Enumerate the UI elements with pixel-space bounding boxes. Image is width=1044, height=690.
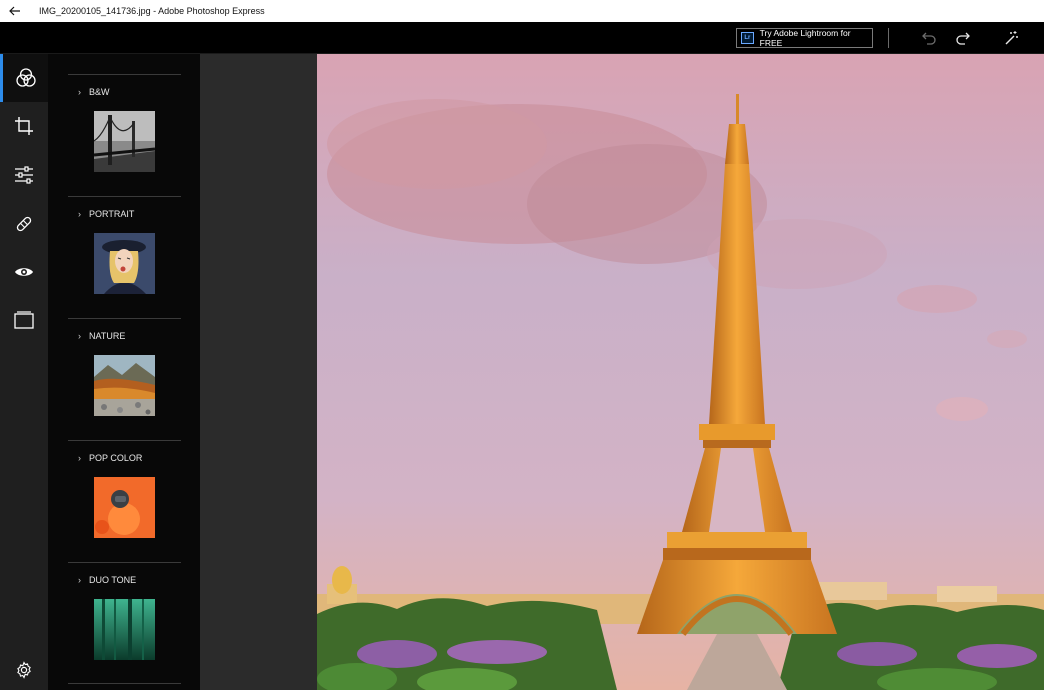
settings-button[interactable] (0, 646, 48, 690)
arrow-left-icon (9, 6, 20, 16)
section-label: B&W (89, 87, 110, 97)
settings-icon (17, 661, 31, 679)
rail-borders[interactable] (0, 296, 48, 344)
try-lightroom-label: Try Adobe Lightroom for FREE (759, 28, 851, 48)
section-header[interactable]: › B&W (78, 87, 110, 97)
duo-tone-thumbnail (94, 599, 155, 660)
title-bar: IMG_20200105_141736.jpg - Adobe Photosho… (0, 0, 1044, 22)
section-label: NATURE (89, 331, 126, 341)
looks-icon (15, 68, 36, 87)
section-header[interactable]: › DUO TONE (78, 575, 136, 585)
looks-panel: › B&W › PORTRAIT › NATURE › POP COLOR › … (48, 54, 200, 690)
section-header[interactable]: › PORTRAIT (78, 209, 134, 219)
section-divider (68, 683, 181, 684)
undo-icon (922, 32, 936, 45)
nature-thumbnail (94, 355, 155, 416)
try-lightroom-button[interactable]: Lr Try Adobe Lightroom for FREE (736, 28, 873, 48)
pop-color-thumbnail (94, 477, 155, 538)
rail-healing[interactable] (0, 200, 48, 248)
section-label: DUO TONE (89, 575, 137, 585)
rail-adjustments[interactable] (0, 151, 48, 199)
rail-red-eye[interactable] (0, 248, 48, 296)
section-label: PORTRAIT (89, 209, 135, 219)
chevron-right-icon: › (78, 575, 81, 585)
section-divider (68, 74, 181, 75)
tool-rail (0, 54, 48, 690)
portrait-thumbnail (94, 233, 155, 294)
section-header[interactable]: › POP COLOR (78, 453, 142, 463)
section-label: POP COLOR (89, 453, 143, 463)
photo-canvas[interactable] (317, 54, 1044, 690)
section-header[interactable]: › NATURE (78, 331, 125, 341)
bridge-thumbnail (94, 111, 155, 172)
healing-icon (16, 216, 32, 232)
canvas-margin (200, 54, 317, 690)
section-divider (68, 318, 181, 319)
rail-looks[interactable] (0, 54, 48, 102)
auto-fix-icon (1005, 31, 1018, 45)
undo-button[interactable] (920, 29, 938, 47)
back-button[interactable] (0, 0, 30, 22)
section-divider (68, 440, 181, 441)
borders-icon (14, 311, 34, 329)
eiffel-tower-photo (317, 54, 1044, 690)
red-eye-icon (15, 268, 33, 276)
filter-thumbnail-portrait[interactable] (94, 233, 155, 294)
adjustments-icon (15, 166, 33, 184)
rail-crop[interactable] (0, 102, 48, 150)
filter-thumbnail-bw[interactable] (94, 111, 155, 172)
chevron-right-icon: › (78, 453, 81, 463)
filter-thumbnail-pop-color[interactable] (94, 477, 155, 538)
section-divider (68, 562, 181, 563)
auto-fix-button[interactable] (1002, 29, 1020, 47)
chevron-right-icon: › (78, 87, 81, 97)
redo-icon (956, 32, 970, 45)
chevron-right-icon: › (78, 209, 81, 219)
toolbar-divider (888, 28, 889, 48)
window-title: IMG_20200105_141736.jpg - Adobe Photosho… (39, 6, 265, 16)
top-toolbar: Lr Try Adobe Lightroom for FREE (0, 22, 1044, 54)
chevron-right-icon: › (78, 331, 81, 341)
redo-button[interactable] (954, 29, 972, 47)
lightroom-logo-icon: Lr (741, 32, 754, 44)
crop-icon (15, 117, 33, 135)
section-divider (68, 196, 181, 197)
filter-thumbnail-nature[interactable] (94, 355, 155, 416)
filter-thumbnail-duo-tone[interactable] (94, 599, 155, 660)
